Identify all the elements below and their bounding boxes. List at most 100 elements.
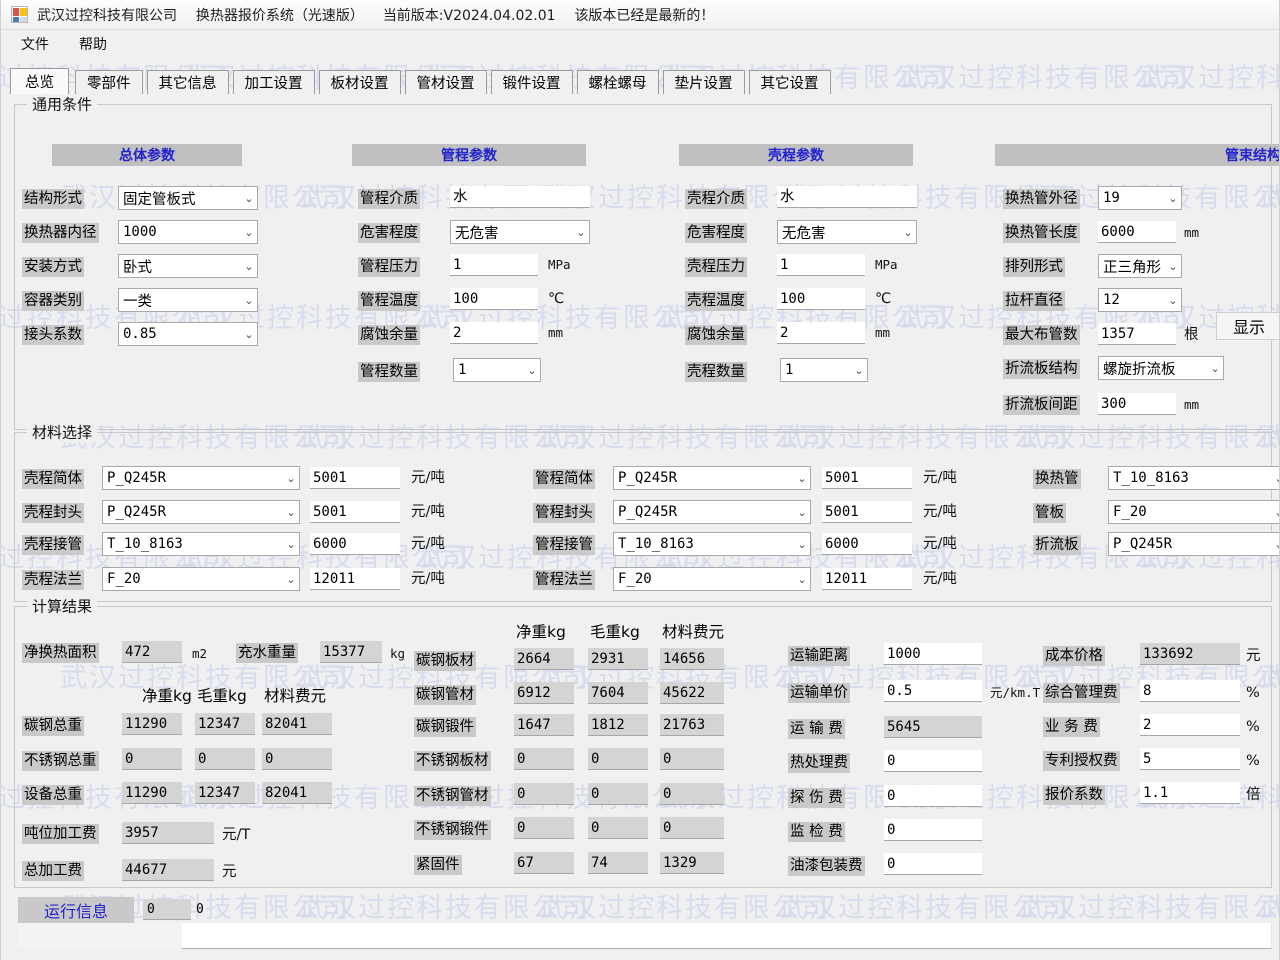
tube-label-0: 管程介质 [358,189,420,209]
mat-tube-price-3[interactable]: 12011 [822,568,912,590]
chevron-down-icon: ⌄ [797,505,807,519]
bundle-unit-4: 根 [1184,327,1199,343]
tube-combo-1[interactable]: 无危害 ⌄ [450,220,590,244]
tube-combo-1-value: 无危害 [455,225,499,242]
mat-shell-unit-2: 元/吨 [411,536,445,552]
overall-combo-4[interactable]: 0.85 ⌄ [118,322,258,346]
tube-input-0[interactable]: 水 [450,186,590,208]
price-value-4[interactable]: 1.1 [1140,782,1240,804]
price-value-3[interactable]: 5 [1140,748,1240,770]
status-label: 运行信息 [18,897,134,923]
tab-6[interactable]: 锻件设置 [490,70,573,94]
tube-input-4[interactable]: 2 [450,322,538,344]
chevron-down-icon: ⌄ [1168,293,1178,307]
left-row-cost-0: 82041 [262,713,332,735]
result-water-value: 15377 [320,641,382,663]
status-value-1: 0 [143,899,191,920]
bundle-combo-5[interactable]: 螺旋折流板 ⌄ [1098,356,1224,380]
tube-unit-4: mm [548,325,564,340]
mat-shell-price-2[interactable]: 6000 [310,533,400,555]
mat-shell-price-3[interactable]: 12011 [310,568,400,590]
mat-tube-price-1[interactable]: 5001 [822,501,912,523]
mat-tube-label-3: 管程法兰 [533,570,595,590]
tube-input-3[interactable]: 100 [450,288,538,310]
shell-unit-4: mm [875,325,891,340]
left-extra-value-1: 44677 [122,859,214,881]
mat-tube-combo-0[interactable]: P_Q245R ⌄ [613,466,811,490]
fee-value-5[interactable]: 0 [884,819,982,841]
mat-bundle-combo-1[interactable]: F_20 ⌄ [1108,500,1280,524]
left-row-label-2: 设备总重 [22,785,84,805]
overall-combo-3[interactable]: 一类 ⌄ [118,288,258,312]
fee-value-1[interactable]: 0.5 [884,680,982,702]
fee-value-4[interactable]: 0 [884,785,982,807]
title-bar: 武汉过控科技有限公司 换热器报价系统（光速版） 当前版本:V2024.04.02… [0,0,1280,30]
shell-input-2[interactable]: 1 [777,254,865,276]
mat-shell-unit-1: 元/吨 [411,504,445,520]
mat-tube-price-2[interactable]: 6000 [822,533,912,555]
application-window: 武汉过控科技有限公司武汉过控科技有限公司武汉过控科技有限公司武汉过控科技有限公司… [0,0,1280,960]
shell-input-3[interactable]: 100 [777,288,865,310]
fee-value-0[interactable]: 1000 [884,643,982,665]
menu-file[interactable]: 文件 [12,31,58,57]
mat-tube-combo-1[interactable]: P_Q245R ⌄ [613,500,811,524]
tube-combo-5[interactable]: 1 ⌄ [453,358,541,382]
menu-help[interactable]: 帮助 [70,31,116,57]
tab-1[interactable]: 零部件 [75,70,143,94]
mat-shell-price-1[interactable]: 5001 [310,501,400,523]
tab-7[interactable]: 螺栓螺母 [576,70,659,94]
tab-9[interactable]: 其它设置 [748,70,831,94]
bundle-input-4[interactable]: 1357 [1098,323,1176,345]
fee-value-6[interactable]: 0 [884,853,982,875]
overall-combo-2[interactable]: 卧式 ⌄ [118,254,258,278]
tab-2[interactable]: 其它信息 [146,70,229,94]
mid-row-net-4: 0 [514,783,574,805]
tab-0[interactable]: 总览 [10,68,69,94]
mat-bundle-combo-2[interactable]: P_Q245R ⌄ [1108,532,1280,556]
mat-shell-label-0: 壳程简体 [22,469,84,489]
tab-4[interactable]: 板材设置 [318,70,401,94]
bundle-params-header: 管束结构 [995,144,1280,166]
tab-5[interactable]: 管材设置 [404,70,487,94]
price-label-0: 成本价格 [1043,646,1105,666]
tab-3[interactable]: 加工设置 [232,70,315,94]
tab-label: 管材设置 [416,76,475,92]
shell-combo-5[interactable]: 1 ⌄ [780,358,868,382]
title-company: 武汉过控科技有限公司 [37,7,177,24]
price-value-1[interactable]: 8 [1140,680,1240,702]
mat-bundle-combo-0[interactable]: T_10_8163 ⌄ [1108,466,1280,490]
mat-shell-price-0[interactable]: 5001 [310,467,400,489]
left-row-cost-1: 0 [262,748,332,770]
fee-label-6: 油漆包装费 [788,856,865,876]
mat-shell-combo-3[interactable]: F_20 ⌄ [102,567,300,591]
mat-shell-combo-2[interactable]: T_10_8163 ⌄ [102,532,300,556]
left-row-net-1: 0 [122,748,182,770]
mat-shell-combo-0[interactable]: P_Q245R ⌄ [102,466,300,490]
bundle-combo-2[interactable]: 正三角形 ⌄ [1098,254,1182,278]
mat-tube-price-0[interactable]: 5001 [822,467,912,489]
bundle-combo-0[interactable]: 19 ⌄ [1098,186,1182,210]
shell-input-0[interactable]: 水 [777,186,917,208]
bundle-input-6[interactable]: 300 [1098,393,1176,415]
mat-shell-unit-3: 元/吨 [411,571,445,587]
tab-8[interactable]: 垫片设置 [662,70,745,94]
shell-combo-1[interactable]: 无危害 ⌄ [777,220,917,244]
mat-tube-combo-2[interactable]: T_10_8163 ⌄ [613,532,811,556]
overall-combo-0[interactable]: 固定管板式 ⌄ [118,186,258,210]
mat-shell-combo-1[interactable]: P_Q245R ⌄ [102,500,300,524]
show-tube-layout-button[interactable]: 显示 [1216,312,1280,340]
shell-input-4[interactable]: 2 [777,322,865,344]
bundle-label-4: 最大布管数 [1003,325,1080,345]
bundle-label-2: 排列形式 [1003,257,1065,277]
show-tube-layout-label: 显示 [1232,318,1265,337]
mat-tube-combo-3[interactable]: F_20 ⌄ [613,567,811,591]
mid-row-cost-1: 45622 [660,682,724,704]
tube-input-2[interactable]: 1 [450,254,538,276]
bundle-combo-3[interactable]: 12 ⌄ [1098,288,1182,312]
mid-row-cost-0: 14656 [660,648,724,670]
overall-combo-1[interactable]: 1000 ⌄ [118,220,258,244]
mat-shell-combo-1-value: P_Q245R [107,504,167,520]
price-value-2[interactable]: 2 [1140,714,1240,736]
fee-value-3[interactable]: 0 [884,750,982,772]
bundle-input-1[interactable]: 6000 [1098,221,1176,243]
